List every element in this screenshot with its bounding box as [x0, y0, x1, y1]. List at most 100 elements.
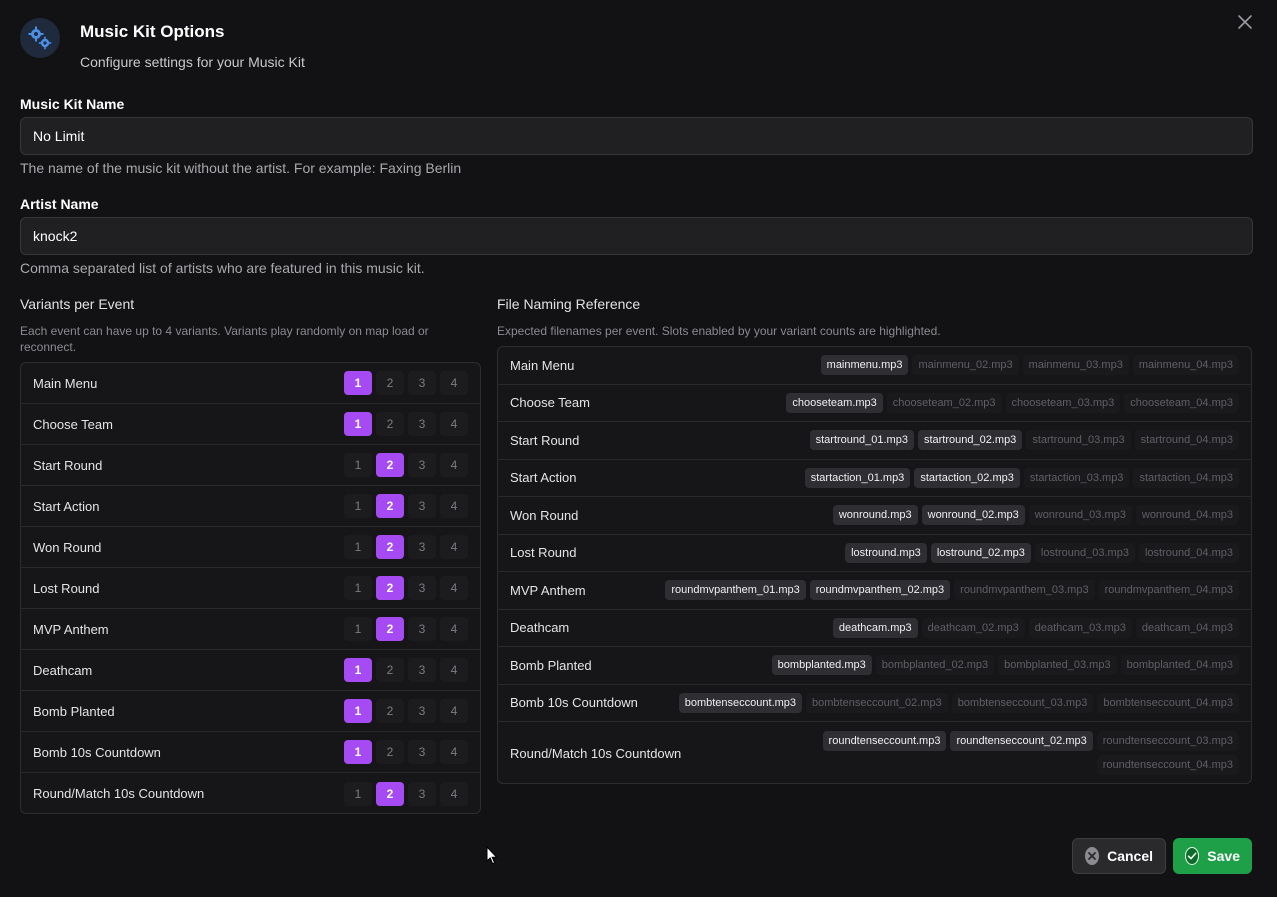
- variant-option-4[interactable]: 4: [440, 371, 468, 395]
- artist-name-label: Artist Name: [20, 196, 99, 212]
- variant-option-4[interactable]: 4: [440, 494, 468, 518]
- file-row: Bomb Planted bombplanted.mp3 bombplanted_0…: [498, 647, 1251, 685]
- variant-options: 1234: [344, 699, 468, 723]
- save-label: Save: [1207, 848, 1240, 864]
- variant-option-1[interactable]: 1: [344, 658, 372, 682]
- variant-option-1[interactable]: 1: [344, 453, 372, 477]
- filename-chips: deathcam.mp3 deathcam_02.mp3 deathcam_03.m…: [832, 617, 1239, 638]
- variant-option-4[interactable]: 4: [440, 740, 468, 764]
- filename-chips: mainmenu.mp3 mainmenu_02.mp3 mainmenu_03.m…: [820, 355, 1239, 376]
- filename-chip: roundtenseccount_02.mp3: [950, 731, 1093, 751]
- filename-chip: roundmvpanthem_01.mp3: [665, 580, 806, 601]
- variant-option-2[interactable]: 2: [376, 412, 404, 436]
- filename-chip: wonround_03.mp3: [1028, 505, 1132, 526]
- file-row: Main Menu mainmenu.mp3 mainmenu_02.mp3 main…: [498, 347, 1251, 385]
- variant-row: Bomb Planted 1 2 3 4: [21, 691, 480, 732]
- filename-chip: lostround.mp3: [845, 542, 927, 563]
- filename-chips: roundmvpanthem_01.mp3 roundmvpanthem_02.m…: [665, 580, 1239, 601]
- variant-row-label: Bomb Planted: [33, 703, 115, 719]
- dialog-title: Music Kit Options: [80, 22, 225, 41]
- variant-options: 1234: [344, 371, 468, 395]
- variant-option-3[interactable]: 3: [408, 453, 436, 477]
- variant-option-4[interactable]: 4: [440, 658, 468, 682]
- filename-chips: lostround.mp3 lostround_02.mp3 lostround_0…: [845, 542, 1239, 563]
- variant-option-4[interactable]: 4: [440, 617, 468, 641]
- filename-chip: lostround_03.mp3: [1034, 542, 1135, 563]
- variant-option-1[interactable]: 1: [344, 781, 372, 806]
- variant-option-1[interactable]: 1: [344, 535, 372, 559]
- variant-option-4[interactable]: 4: [440, 535, 468, 559]
- variant-option-2[interactable]: 2: [376, 699, 404, 723]
- variant-option-3[interactable]: 3: [408, 781, 436, 806]
- variant-options: 1234: [344, 453, 468, 477]
- variant-option-3[interactable]: 3: [408, 740, 436, 764]
- variant-option-2[interactable]: 2: [376, 740, 404, 764]
- filename-chips: startaction_01.mp3 startaction_02.mp3 star…: [804, 467, 1239, 488]
- variant-option-3[interactable]: 3: [408, 617, 436, 641]
- variant-option-3[interactable]: 3: [408, 371, 436, 395]
- filename-chip: chooseteam_03.mp3: [1005, 392, 1121, 413]
- variant-option-3[interactable]: 3: [408, 494, 436, 518]
- file-row: Start Action startaction_01.mp3 startactio…: [498, 460, 1251, 497]
- dialog-subtitle: Configure settings for your Music Kit: [80, 54, 305, 70]
- variant-option-3[interactable]: 3: [408, 412, 436, 436]
- variant-option-2[interactable]: 2: [376, 535, 404, 559]
- variant-options: 1234: [344, 781, 468, 806]
- variant-option-2[interactable]: 2: [376, 658, 404, 682]
- filename-chip: wonround_04.mp3: [1135, 505, 1239, 526]
- variant-row: Start Action 1 2 3 4: [21, 486, 480, 527]
- variant-option-4[interactable]: 4: [440, 699, 468, 723]
- variant-option-2[interactable]: 2: [376, 617, 404, 641]
- variants-title: Variants per Event: [20, 296, 135, 312]
- filename-chip: roundmvpanthem_04.mp3: [1098, 580, 1239, 601]
- variant-option-4[interactable]: 4: [440, 453, 468, 477]
- variant-option-2[interactable]: 2: [376, 371, 404, 395]
- variant-row: Main Menu 1 2 3 4: [21, 363, 480, 404]
- kit-name-input[interactable]: [20, 117, 1253, 155]
- file-row-label: Bomb 10s Countdown: [510, 695, 638, 711]
- variant-option-1[interactable]: 1: [344, 371, 372, 395]
- filename-chip: roundmvpanthem_02.mp3: [809, 580, 951, 601]
- variant-option-4[interactable]: 4: [440, 781, 468, 806]
- variant-option-1[interactable]: 1: [344, 617, 372, 641]
- music-kit-options-dialog: Music Kit Options Configure settings for…: [0, 0, 1277, 897]
- filename-chip: bombtenseccount_02.mp3: [806, 692, 948, 713]
- filename-chip: startround_01.mp3: [809, 430, 914, 451]
- variant-option-1[interactable]: 1: [344, 740, 372, 764]
- save-button[interactable]: Save: [1173, 838, 1252, 874]
- cancel-button[interactable]: Cancel: [1072, 838, 1166, 874]
- variant-row-label: Start Round: [33, 457, 103, 473]
- file-row-label: Deathcam: [510, 620, 570, 636]
- variant-option-1[interactable]: 1: [344, 412, 372, 436]
- filename-chip: deathcam.mp3: [832, 617, 918, 638]
- variant-option-4[interactable]: 4: [440, 576, 468, 600]
- variant-row: Lost Round 1 2 3 4: [21, 568, 480, 609]
- variant-option-2[interactable]: 2: [376, 781, 404, 806]
- filename-chip: chooseteam.mp3: [786, 392, 883, 413]
- close-icon: [1238, 15, 1252, 29]
- variant-option-3[interactable]: 3: [408, 576, 436, 600]
- artist-name-input[interactable]: [20, 217, 1253, 255]
- variant-option-2[interactable]: 2: [376, 453, 404, 477]
- variant-option-4[interactable]: 4: [440, 412, 468, 436]
- variant-option-2[interactable]: 2: [376, 576, 404, 600]
- artist-name-help: Comma separated list of artists who are …: [20, 260, 425, 276]
- filename-chip: startaction_01.mp3: [804, 467, 911, 488]
- variant-option-2[interactable]: 2: [376, 494, 404, 518]
- variant-row-label: Start Action: [33, 498, 100, 514]
- cancel-icon: [1085, 847, 1100, 865]
- variant-option-1[interactable]: 1: [344, 576, 372, 600]
- variant-row: Start Round 1 2 3 4: [21, 445, 480, 486]
- variant-option-1[interactable]: 1: [344, 494, 372, 518]
- kit-name-label: Music Kit Name: [20, 96, 125, 112]
- filename-chip: startaction_02.mp3: [914, 467, 1020, 488]
- file-row: Choose Team chooseteam.mp3 chooseteam_02.m…: [498, 385, 1251, 422]
- variant-option-1[interactable]: 1: [344, 699, 372, 723]
- file-row-label: Won Round: [510, 507, 579, 523]
- file-row: Lost Round lostround.mp3 lostround_02.mp3 l…: [498, 535, 1251, 572]
- variant-option-3[interactable]: 3: [408, 699, 436, 723]
- close-button[interactable]: [1235, 12, 1255, 32]
- variant-option-3[interactable]: 3: [408, 658, 436, 682]
- variant-option-3[interactable]: 3: [408, 535, 436, 559]
- filename-chip: roundtenseccount_04.mp3: [1096, 755, 1239, 775]
